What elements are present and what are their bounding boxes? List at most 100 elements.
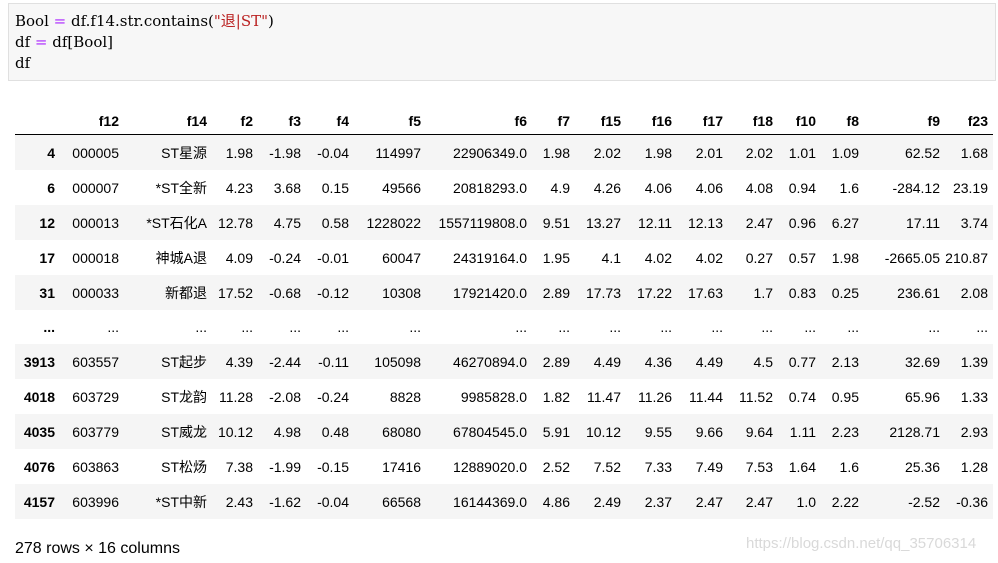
table-cell: 17416 xyxy=(382,458,421,475)
table-cell: ... xyxy=(409,319,421,335)
table-cell: 12.78 xyxy=(217,214,253,231)
column-header: f17 xyxy=(677,108,728,135)
table-cell: 0.83 xyxy=(788,284,816,301)
table-row: 4157 603996 *ST中新 2.43 -1.62 -0.04 66568 161443… xyxy=(15,484,993,519)
watermark-text: https://blog.csdn.net/qq_35706314 xyxy=(746,535,977,552)
row-index: 4157 xyxy=(23,493,55,510)
table-cell: 7.52 xyxy=(593,458,621,475)
table-cell: 2.02 xyxy=(745,144,773,161)
table-cell: 000018 xyxy=(72,249,119,266)
column-header: f10 xyxy=(778,108,821,135)
table-cell: 4.09 xyxy=(225,249,253,266)
header-row: f12 f14 f2 f3 f4 f5 f6 f7 f15 f16 f17 f18 f10 f8 f9 f23 xyxy=(15,108,993,135)
table-cell: 9985828.0 xyxy=(460,388,527,405)
table-cell: 0.15 xyxy=(321,179,349,196)
table-cell: ... xyxy=(609,319,621,335)
table-cell: 0.74 xyxy=(788,388,816,405)
table-cell: -1.98 xyxy=(269,144,301,161)
table-cell: 4.02 xyxy=(695,249,723,266)
row-index: 4035 xyxy=(23,423,55,440)
table-cell: 9.51 xyxy=(542,214,570,231)
code-token: "退|ST" xyxy=(213,12,269,30)
column-header xyxy=(15,108,60,135)
table-row: 12 000013 *ST石化A 12.78 4.75 0.58 1228022 155711… xyxy=(15,205,993,240)
table-cell: 2128.71 xyxy=(889,423,940,440)
table-cell: 7.53 xyxy=(745,458,773,475)
table-cell: 4.9 xyxy=(550,179,570,196)
table-cell: 1.0 xyxy=(796,493,816,510)
column-header: f5 xyxy=(354,108,426,135)
table-cell: 2.89 xyxy=(542,284,570,301)
table-cell: 22906349.0 xyxy=(453,144,527,161)
table-cell: 7.38 xyxy=(225,458,253,475)
table-cell: 2.37 xyxy=(644,493,672,510)
table-cell: 25.36 xyxy=(904,458,940,475)
table-cell: ... xyxy=(761,319,773,335)
table-cell: -284.12 xyxy=(892,179,940,196)
table-cell: ... xyxy=(660,319,672,335)
table-row: 4 000005 ST星源 1.98 -1.98 -0.04 114997 22906349.… xyxy=(15,134,993,170)
table-row: 17 000018 神城A退 4.09 -0.24 -0.01 60047 24319164.… xyxy=(15,240,993,275)
table-cell: 66568 xyxy=(382,493,421,510)
table-cell: 603557 xyxy=(72,353,119,370)
column-header: f6 xyxy=(426,108,532,135)
code-line: df xyxy=(15,54,30,72)
table-cell: 23.19 xyxy=(952,179,988,196)
table-cell: 1.28 xyxy=(960,458,988,475)
table-cell: 0.77 xyxy=(788,353,816,370)
table-cell: 603996 xyxy=(72,493,119,510)
table-cell: 2.23 xyxy=(831,423,859,440)
table-cell: 4.36 xyxy=(644,353,672,370)
table-cell: 17.73 xyxy=(585,284,621,301)
column-header: f23 xyxy=(945,108,993,135)
code-input-cell[interactable]: Bool = df.f14.str.contains("退|ST") df = … xyxy=(8,3,996,81)
table-cell: ST星源 xyxy=(161,144,207,161)
table-cell: 1.98 xyxy=(542,144,570,161)
table-cell: 3.74 xyxy=(960,214,988,231)
table-cell: 236.61 xyxy=(897,284,940,301)
table-cell: 4.02 xyxy=(644,249,672,266)
code-token: ) xyxy=(268,12,274,30)
table-cell: -0.04 xyxy=(317,493,349,510)
table-cell: 2.22 xyxy=(831,493,859,510)
table-cell: 2.52 xyxy=(542,458,570,475)
table-cell: 3.68 xyxy=(273,179,301,196)
table-cell: 2.47 xyxy=(745,214,773,231)
table-row: 31 000033 新都退 17.52 -0.68 -0.12 10308 17921420.… xyxy=(15,275,993,310)
column-header: f2 xyxy=(212,108,258,135)
row-index: 4 xyxy=(47,144,55,161)
table-cell: 2.02 xyxy=(593,144,621,161)
column-header: f14 xyxy=(124,108,212,135)
row-index: 6 xyxy=(47,179,55,196)
code-editor[interactable]: Bool = df.f14.str.contains("退|ST") df = … xyxy=(15,11,274,74)
column-header: f16 xyxy=(626,108,677,135)
table-cell: 2.13 xyxy=(831,353,859,370)
table-cell: 000007 xyxy=(72,179,119,196)
table-cell: 603729 xyxy=(72,388,119,405)
table-cell: ... xyxy=(107,319,119,335)
table-cell: -0.04 xyxy=(317,144,349,161)
table-cell: 7.49 xyxy=(695,458,723,475)
dataframe-output: f12 f14 f2 f3 f4 f5 f6 f7 f15 f16 f17 f18 f10 f8 f9 f23… xyxy=(15,108,993,519)
table-cell: 0.48 xyxy=(321,423,349,440)
code-token: = xyxy=(34,33,48,51)
table-cell: 4.39 xyxy=(225,353,253,370)
table-cell: 11.44 xyxy=(689,388,723,405)
table-cell: 17.63 xyxy=(687,284,723,301)
table-cell: 60047 xyxy=(382,249,421,266)
table-cell: ... xyxy=(558,319,570,335)
table-cell: 1.98 xyxy=(831,249,859,266)
table-cell: 2.43 xyxy=(225,493,253,510)
dataframe-table: f12 f14 f2 f3 f4 f5 f6 f7 f15 f16 f17 f18 f10 f8 f9 f23… xyxy=(15,108,993,519)
column-header: f18 xyxy=(728,108,778,135)
table-cell: -0.68 xyxy=(269,284,301,301)
table-cell: -0.01 xyxy=(317,249,349,266)
table-cell: 11.52 xyxy=(739,388,773,405)
table-cell: 0.57 xyxy=(788,249,816,266)
code-token: Bool xyxy=(15,12,54,30)
table-cell: 1.64 xyxy=(788,458,816,475)
row-index: ... xyxy=(43,319,55,335)
column-header: f15 xyxy=(575,108,626,135)
table-cell: 12.13 xyxy=(687,214,723,231)
code-line: df = df[Bool] xyxy=(15,33,113,51)
